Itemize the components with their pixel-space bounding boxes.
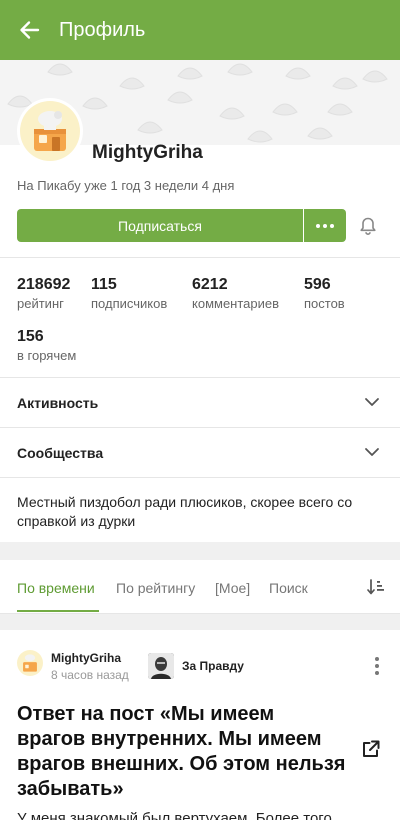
arrow-left-icon — [20, 21, 40, 39]
profile-since: На Пикабу уже 1 год 3 недели 4 дня — [17, 178, 235, 193]
stat-value: 156 — [17, 328, 44, 345]
profile-bio: Местный пиздобол ради плюсиков, скорее в… — [0, 477, 400, 542]
more-button[interactable] — [304, 209, 346, 242]
cover-pattern-dumpling — [47, 63, 73, 76]
app-bar: Профиль — [0, 0, 400, 60]
active-tab-indicator — [17, 610, 99, 612]
community-name[interactable]: За Правду — [182, 659, 244, 673]
post-card[interactable]: MightyGriha 8 часов назад За Правду Отве… — [0, 630, 400, 820]
post-time: 8 часов назад — [51, 668, 129, 682]
tab-search[interactable]: Поиск — [269, 580, 308, 596]
communities-label: Сообщества — [17, 444, 104, 461]
stat-hot[interactable]: 156 в горячем — [17, 328, 76, 363]
cover-pattern-dumpling — [119, 77, 145, 90]
cover-pattern-dumpling — [227, 63, 253, 76]
stat-value: 115 — [91, 276, 117, 293]
post-title[interactable]: Ответ на пост «Мы имеем врагов внутренни… — [17, 702, 347, 802]
stat-label: постов — [304, 296, 345, 311]
cover-pattern-dumpling — [247, 130, 273, 143]
stat-rating: 218692 рейтинг — [17, 276, 70, 311]
communities-section[interactable]: Сообщества — [0, 427, 400, 477]
stat-value: 218692 — [17, 276, 71, 293]
stat-value: 596 — [304, 276, 331, 293]
post-tabs: По времени По рейтингу [Мое] Поиск — [0, 560, 400, 614]
subscribe-button[interactable]: Подписаться — [17, 209, 303, 242]
cover-pattern-dumpling — [177, 67, 203, 80]
stat-label: подписчиков — [91, 296, 168, 311]
cover-pattern-dumpling — [137, 121, 163, 134]
chevron-down-icon — [365, 398, 379, 406]
tab-by-rating[interactable]: По рейтингу — [116, 580, 195, 596]
stat-comments[interactable]: 6212 комментариев — [192, 276, 279, 311]
back-button[interactable] — [0, 0, 58, 60]
activity-section[interactable]: Активность — [0, 377, 400, 427]
chevron-down-icon — [365, 448, 379, 456]
cover-pattern-dumpling — [219, 107, 245, 120]
stat-subscribers[interactable]: 115 подписчиков — [91, 276, 167, 311]
stat-value: 6212 — [192, 276, 228, 293]
open-external-icon[interactable] — [361, 739, 381, 759]
profile-stats: 218692 рейтинг 115 подписчиков 6212 комм… — [0, 257, 400, 377]
profile-avatar[interactable] — [17, 98, 83, 164]
post-author[interactable]: MightyGriha — [51, 651, 121, 665]
activity-label: Активность — [17, 394, 99, 411]
cover-pattern-dumpling — [332, 77, 358, 90]
post-excerpt: У меня знакомый был вертухаем. Более тог… — [17, 810, 332, 820]
post-author-avatar[interactable] — [17, 650, 43, 676]
community-icon[interactable] — [148, 653, 174, 679]
profile-username: MightyGriha — [92, 142, 203, 163]
sort-icon[interactable] — [366, 577, 386, 597]
stat-label: в горячем — [17, 348, 77, 363]
stat-posts[interactable]: 596 постов — [304, 276, 345, 311]
cover-pattern-dumpling — [327, 103, 353, 116]
cover-pattern-dumpling — [272, 103, 298, 116]
page-title: Профиль — [59, 18, 146, 41]
avatar-image — [20, 101, 80, 161]
stat-label: рейтинг — [17, 296, 64, 311]
bell-icon[interactable] — [358, 216, 378, 236]
cover-pattern-dumpling — [285, 67, 311, 80]
cover-pattern-dumpling — [167, 91, 193, 104]
ellipsis-icon — [316, 223, 334, 228]
stat-label: комментариев — [192, 296, 280, 311]
cover-pattern-dumpling — [362, 70, 388, 83]
tab-by-time[interactable]: По времени — [17, 580, 95, 596]
cover-pattern-dumpling — [82, 97, 108, 110]
cover-pattern-dumpling — [307, 127, 333, 140]
post-menu-button[interactable] — [375, 657, 379, 675]
tab-mine[interactable]: [Мое] — [215, 580, 250, 596]
